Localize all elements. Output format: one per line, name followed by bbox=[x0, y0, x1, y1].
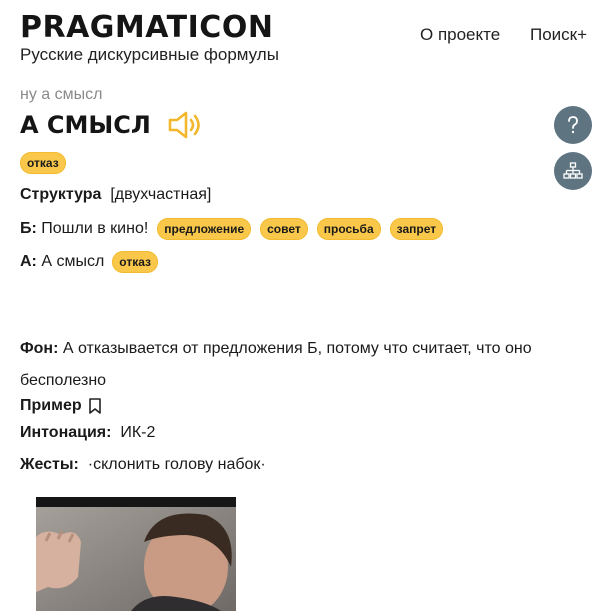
example-video[interactable] bbox=[36, 497, 236, 611]
nav-about-link[interactable]: О проекте bbox=[420, 25, 500, 45]
gestures-row: Жесты: ·склонить голову набок· bbox=[20, 456, 266, 474]
tag-advice[interactable]: совет bbox=[260, 218, 308, 240]
speaker-a-text: А смысл bbox=[41, 253, 105, 270]
dialogue-a-row: А: А смысл отказ bbox=[20, 251, 158, 273]
question-icon bbox=[568, 116, 578, 134]
intonation-value: ИК-2 bbox=[120, 424, 156, 441]
tag-prohibition[interactable]: запрет bbox=[389, 218, 444, 240]
speaker-a-label: А: bbox=[20, 253, 37, 270]
intonation-label: Интонация: bbox=[20, 424, 112, 441]
tag-refusal-a[interactable]: отказ bbox=[112, 251, 158, 273]
tag-request[interactable]: просьба bbox=[316, 218, 381, 240]
background-label: Фон: bbox=[20, 340, 59, 357]
structure-row: Структура [двухчастная] bbox=[20, 186, 211, 204]
gestures-value: ·склонить голову набок· bbox=[87, 456, 266, 473]
background-text: А отказывается от предложения Б, потому … bbox=[20, 340, 532, 389]
page-title: А СМЫСЛ bbox=[20, 111, 151, 139]
structure-value: [двухчастная] bbox=[110, 186, 212, 203]
intonation-row: Интонация: ИК-2 bbox=[20, 424, 155, 442]
breadcrumb: ну а смысл bbox=[20, 86, 103, 103]
speaker-b-label: Б: bbox=[20, 220, 37, 237]
structure-label: Структура bbox=[20, 186, 102, 203]
structure-button[interactable] bbox=[554, 152, 592, 190]
gestures-label: Жесты: bbox=[20, 456, 79, 473]
tag-refusal[interactable]: отказ bbox=[20, 152, 66, 174]
site-subtitle: Русские дискурсивные формулы bbox=[20, 45, 279, 64]
hierarchy-icon bbox=[563, 162, 583, 179]
example-label: Пример bbox=[20, 397, 82, 414]
background-description: Фон: А отказывается от предложения Б, по… bbox=[20, 333, 540, 397]
bookmark-icon[interactable] bbox=[88, 398, 102, 414]
video-thumbnail bbox=[36, 497, 236, 611]
example-row: Пример bbox=[20, 397, 102, 415]
help-button[interactable] bbox=[554, 106, 592, 144]
nav-search-link[interactable]: Поиск+ bbox=[530, 25, 587, 45]
dialogue-b-row: Б: Пошли в кино! предложение совет прось… bbox=[20, 218, 444, 240]
tag-offer[interactable]: предложение bbox=[157, 218, 252, 240]
speaker-icon[interactable] bbox=[167, 109, 205, 141]
logo[interactable]: PRAGMATICON bbox=[20, 10, 273, 45]
speaker-b-text: Пошли в кино! bbox=[41, 220, 149, 237]
